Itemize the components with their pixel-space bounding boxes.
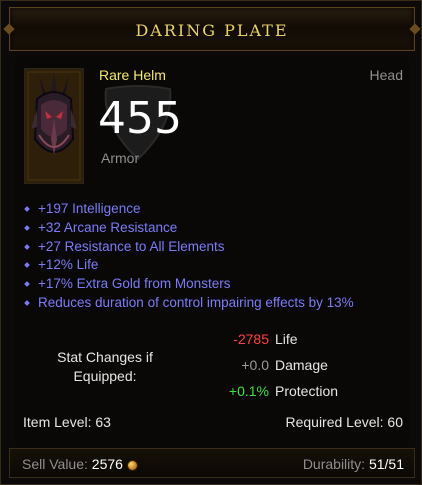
affix-bullet-icon: [24, 206, 30, 212]
tooltip-footer: Sell Value: 2576 Durability: 51/51: [9, 448, 415, 478]
stat-changes-label-line2: Equipped:: [73, 368, 137, 384]
item-slot: Head: [369, 67, 403, 83]
affix-text: +27 Resistance to All Elements: [38, 238, 225, 254]
affix-text: +17% Extra Gold from Monsters: [38, 276, 231, 292]
stat-change-name: Protection: [275, 383, 339, 399]
affix-list: +197 Intelligence +32 Arcane Resistance …: [23, 200, 354, 313]
armor-label: Armor: [101, 150, 140, 166]
armor-value: 455: [98, 93, 182, 144]
item-tooltip: DARING PLATE Rare Helm Head 455 Armor +1…: [0, 0, 422, 485]
affix-text: +12% Life: [38, 257, 99, 273]
item-rarity-type: Rare Helm: [99, 67, 166, 83]
affix-item: +12% Life: [23, 256, 354, 275]
stat-change-name: Life: [275, 331, 298, 347]
affix-text: +32 Arcane Resistance: [38, 219, 178, 235]
stat-changes-label-line1: Stat Changes if: [57, 349, 153, 365]
gold-coin-icon: [127, 461, 137, 470]
stat-change-value: -2785: [233, 331, 269, 347]
title-bar: DARING PLATE: [9, 7, 415, 51]
item-icon-frame: [24, 68, 84, 184]
sell-value: Sell Value: 2576: [22, 456, 137, 472]
durability-value: 51/51: [368, 456, 404, 472]
affix-text: Reduces duration of control impairing ef…: [38, 294, 354, 310]
affix-bullet-icon: [24, 262, 30, 269]
affix-item: +17% Extra Gold from Monsters: [23, 275, 354, 294]
affix-bullet-icon: [24, 300, 30, 306]
affix-item: +32 Arcane Resistance: [23, 219, 354, 238]
stat-change-value: +0.0: [241, 357, 269, 373]
affix-bullet-icon: [24, 224, 30, 231]
demon-helm-icon: [25, 69, 83, 183]
stat-change-value: +0.1%: [228, 383, 269, 399]
durability-label: Durability:: [302, 456, 369, 472]
durability: Durability: 51/51: [303, 456, 404, 472]
sell-value-label: Sell Value:: [22, 456, 92, 472]
item-name: DARING PLATE: [135, 21, 289, 40]
affix-item: Reduces duration of control impairing ef…: [23, 294, 354, 313]
sell-value-amount: 2576: [91, 456, 123, 472]
stat-change-name: Damage: [275, 357, 328, 373]
affix-item: +197 Intelligence: [23, 200, 354, 219]
stat-changes-label: Stat Changes if Equipped:: [41, 348, 169, 386]
affix-bullet-icon: [24, 243, 30, 250]
required-level: Required Level: 60: [285, 414, 403, 430]
item-level: Item Level: 63: [23, 414, 111, 430]
affix-bullet-icon: [24, 281, 30, 288]
affix-text: +197 Intelligence: [38, 201, 141, 216]
affix-item: +27 Resistance to All Elements: [23, 238, 354, 257]
